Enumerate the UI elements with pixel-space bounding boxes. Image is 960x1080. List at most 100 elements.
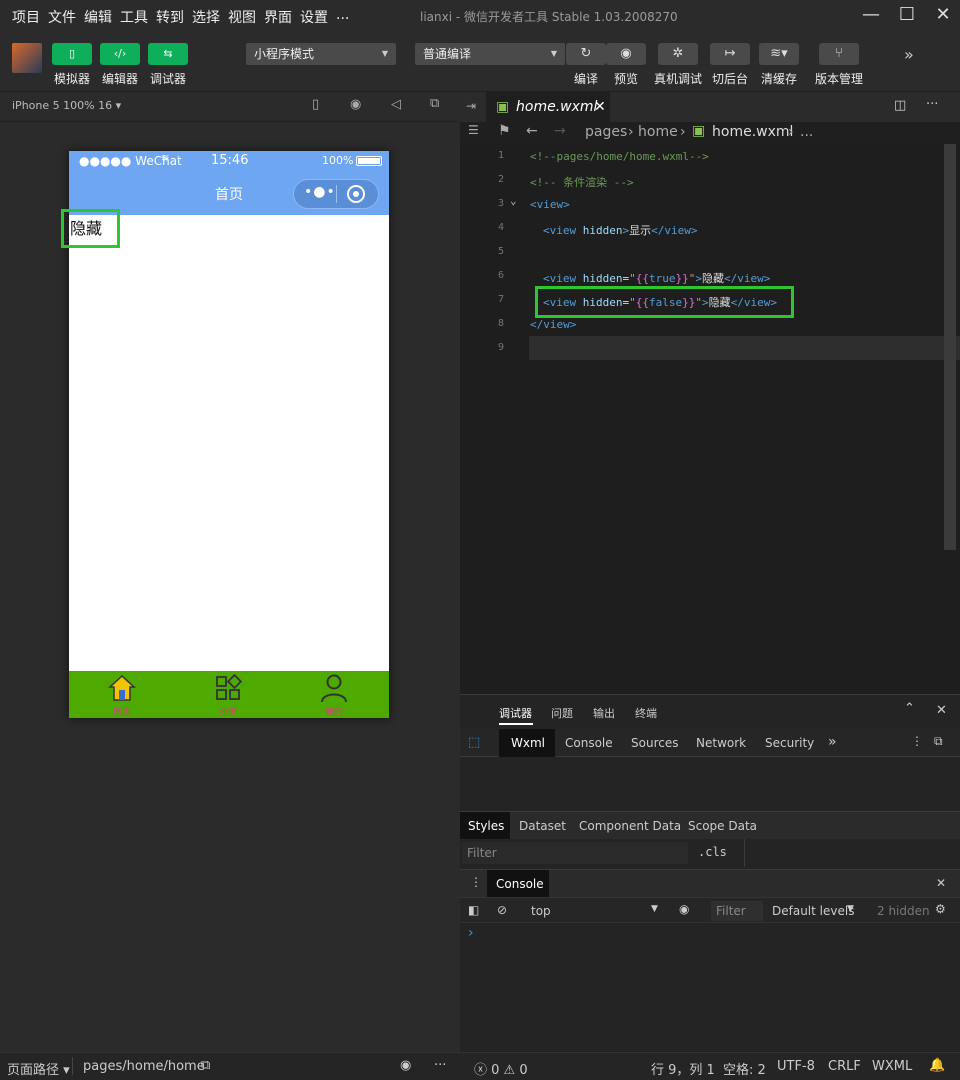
menu-edit[interactable]: 编辑 bbox=[84, 7, 112, 27]
menu-project[interactable]: 项目 bbox=[12, 7, 40, 27]
language-mode[interactable]: WXML bbox=[872, 1059, 912, 1074]
breadcrumb-pages[interactable]: pages bbox=[585, 124, 627, 140]
tab-console[interactable]: Console bbox=[565, 736, 613, 750]
preview-button[interactable]: ◉ bbox=[606, 43, 646, 65]
debugger-button[interactable]: ⇆ bbox=[148, 43, 188, 65]
tab-home[interactable]: 首页 bbox=[92, 673, 152, 718]
tab-home-wxml[interactable]: ▣ home.wxml ✕ bbox=[486, 92, 610, 122]
close-drawer-icon[interactable]: ✕ bbox=[936, 876, 946, 890]
back-icon[interactable]: ← bbox=[526, 123, 538, 139]
gear-icon[interactable]: ⚙ bbox=[935, 902, 946, 916]
clear-cache-label: 清缓存 bbox=[760, 72, 797, 86]
volume-icon[interactable]: ◁ bbox=[391, 97, 401, 112]
outline-icon[interactable]: ☰ bbox=[468, 123, 479, 137]
maximize-icon[interactable]: ☐ bbox=[894, 4, 920, 28]
menu-more[interactable]: ... bbox=[336, 7, 349, 23]
close-icon[interactable]: ✕ bbox=[930, 4, 956, 28]
tab-terminal[interactable]: 终端 bbox=[635, 705, 657, 721]
breadcrumb-file[interactable]: home.wxml bbox=[712, 124, 793, 140]
battery-level: 100% bbox=[322, 154, 354, 167]
cls-button[interactable]: .cls bbox=[698, 845, 727, 859]
more-icon[interactable]: » bbox=[904, 45, 914, 64]
close-panel-icon[interactable]: ✕ bbox=[936, 703, 947, 718]
console-filter-input[interactable]: Filter bbox=[711, 901, 763, 921]
split-editor-icon[interactable]: ◫ bbox=[894, 98, 906, 113]
mode-select[interactable]: 小程序模式 ▼ bbox=[246, 43, 396, 65]
menu-goto[interactable]: 转到 bbox=[156, 7, 184, 27]
tab-dataset[interactable]: Dataset bbox=[519, 819, 566, 833]
popout-icon[interactable]: ⧉ bbox=[430, 96, 439, 111]
error-indicator[interactable]: ⓧ 0 ⚠ 0 bbox=[474, 1059, 528, 1078]
page-path-select[interactable]: 页面路径 ▾ bbox=[7, 1059, 70, 1078]
context-select[interactable]: top bbox=[531, 904, 551, 918]
collapse-icon[interactable]: ⇥ bbox=[466, 99, 476, 113]
eye-icon[interactable]: ◉ bbox=[679, 902, 689, 916]
breadcrumb-more[interactable]: ... bbox=[800, 124, 813, 140]
fold-chevron-icon[interactable]: ⌄ bbox=[510, 194, 517, 207]
close-tab-icon[interactable]: ✕ bbox=[594, 92, 606, 122]
phone-outline-icon[interactable]: ▯ bbox=[312, 97, 319, 112]
exit-icon[interactable] bbox=[347, 185, 365, 203]
avatar[interactable] bbox=[12, 43, 42, 73]
inspect-icon[interactable]: ⬚ bbox=[468, 735, 480, 750]
device-select[interactable]: iPhone 5 100% 16 ▾ bbox=[12, 99, 121, 112]
more-dots-icon[interactable]: •●• bbox=[304, 184, 336, 200]
filter-input[interactable]: Filter bbox=[462, 842, 688, 864]
menu-interface[interactable]: 界面 bbox=[264, 7, 292, 27]
console-prompt[interactable]: › bbox=[468, 925, 474, 941]
tab-output[interactable]: 输出 bbox=[593, 705, 615, 721]
version-button[interactable]: ⑂ bbox=[819, 43, 859, 65]
drawer-tab-console[interactable]: Console bbox=[496, 877, 544, 891]
scrollbar[interactable] bbox=[944, 144, 956, 550]
chevron-up-icon[interactable]: ⌃ bbox=[904, 701, 915, 716]
encoding[interactable]: UTF-8 bbox=[777, 1059, 815, 1074]
kebab-icon[interactable]: ⋮ bbox=[911, 734, 923, 748]
compile-button[interactable]: ↻ bbox=[566, 43, 606, 65]
page-path-label: 页面路径 bbox=[7, 1063, 60, 1078]
editor-button[interactable]: ‹/› bbox=[100, 43, 140, 65]
copy-icon[interactable]: ⧉ bbox=[201, 1058, 210, 1073]
bell-icon[interactable]: 🔔 bbox=[929, 1058, 945, 1073]
tab-mine[interactable]: 我的 bbox=[304, 673, 364, 718]
clear-console-icon[interactable]: ⊘ bbox=[497, 903, 507, 917]
minimize-icon[interactable]: — bbox=[858, 4, 884, 28]
menu-settings[interactable]: 设置 bbox=[300, 7, 328, 27]
tab-category[interactable]: 分类 bbox=[198, 673, 258, 718]
more-icon[interactable]: ··· bbox=[434, 1058, 446, 1073]
line-ending[interactable]: CRLF bbox=[828, 1059, 861, 1074]
tab-styles[interactable]: Styles bbox=[468, 819, 504, 833]
tab-sources[interactable]: Sources bbox=[631, 736, 678, 750]
tab-component-data[interactable]: Component Data bbox=[579, 819, 681, 833]
menu-view[interactable]: 视图 bbox=[228, 7, 256, 27]
compile-select[interactable]: 普通编译 ▼ bbox=[415, 43, 565, 65]
cursor-position[interactable]: 行 9，列 1 bbox=[651, 1059, 715, 1078]
undock-icon[interactable]: ⧉ bbox=[934, 734, 943, 749]
indentation[interactable]: 空格: 2 bbox=[723, 1059, 766, 1078]
menu-select[interactable]: 选择 bbox=[192, 7, 220, 27]
clear-cache-button[interactable]: ≋▾ bbox=[759, 43, 799, 65]
drawer-menu-icon[interactable]: ⋮ bbox=[470, 875, 482, 889]
menu-tools[interactable]: 工具 bbox=[120, 7, 148, 27]
remote-debug-button[interactable]: ✲ bbox=[658, 43, 698, 65]
tab-wxml[interactable]: Wxml bbox=[511, 736, 545, 750]
tab-issues[interactable]: 问题 bbox=[551, 705, 573, 721]
more-tabs-icon[interactable]: » bbox=[828, 734, 837, 750]
more-actions-icon[interactable]: ··· bbox=[926, 97, 938, 112]
code-editor[interactable]: 1 <!--pages/home/home.wxml--> 2 <!-- 条件渲… bbox=[460, 144, 960, 694]
tab-debugger[interactable]: 调试器 bbox=[499, 705, 532, 721]
forward-icon[interactable]: → bbox=[554, 123, 566, 139]
tab-network[interactable]: Network bbox=[696, 736, 746, 750]
record-icon[interactable]: ◉ bbox=[350, 97, 361, 112]
eye-icon[interactable]: ◉ bbox=[400, 1058, 411, 1073]
levels-select[interactable]: Default levels bbox=[772, 904, 854, 918]
background-button[interactable]: ↦ bbox=[710, 43, 750, 65]
sidebar-toggle-icon[interactable]: ◧ bbox=[468, 903, 479, 917]
simulator-button[interactable]: ▯ bbox=[52, 43, 92, 65]
switch-icon: ↦ bbox=[724, 46, 736, 61]
tab-scope-data[interactable]: Scope Data bbox=[688, 819, 757, 833]
menu-file[interactable]: 文件 bbox=[48, 7, 76, 27]
bookmark-icon[interactable]: ⚑ bbox=[498, 123, 511, 139]
breadcrumb-home[interactable]: home bbox=[638, 124, 678, 140]
file-icon: ▣ bbox=[692, 123, 706, 139]
tab-security[interactable]: Security bbox=[765, 736, 814, 750]
